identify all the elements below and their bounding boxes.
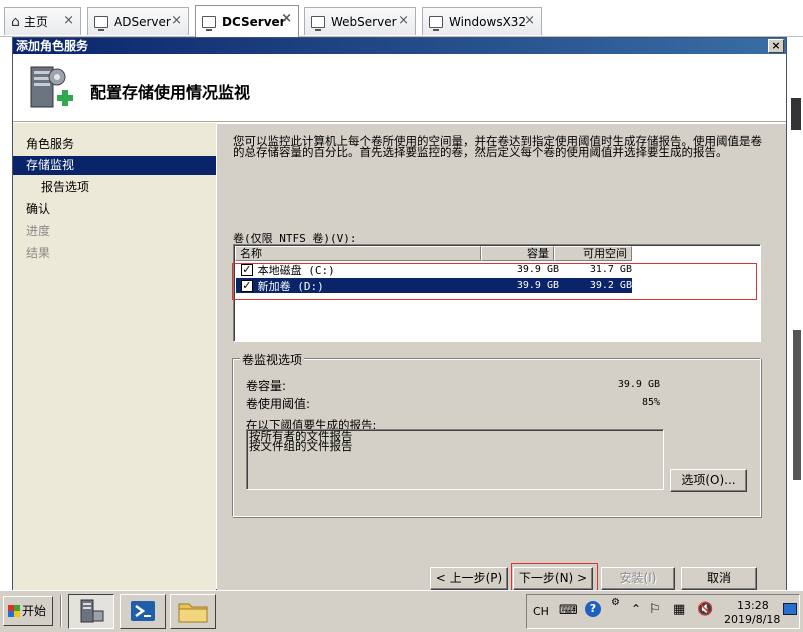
volume-checkbox[interactable]: ✓ (241, 279, 253, 292)
keyboard-icon[interactable]: ⌨ (559, 603, 578, 618)
capacity-value: 39.9 GB (617, 379, 660, 390)
threshold-label: 卷使用阈值: (246, 397, 311, 411)
scrollbar-thumb[interactable] (793, 330, 801, 480)
reports-list: 按所有者的文件报告 按文件组的文件报告 (246, 429, 664, 490)
monitor-icon (94, 15, 108, 31)
volume-free-space: 31.7 GB (589, 264, 632, 275)
nav-item-storage-monitoring[interactable]: 存储监视 (13, 156, 216, 175)
taskbar-server-manager[interactable] (68, 594, 114, 629)
volume-name: 本地磁盘 (C:) (257, 263, 335, 277)
divider (217, 123, 786, 124)
powershell-icon (131, 601, 155, 621)
taskbar: 开始 CH ⌨ ? ⚙ ⌃ ⚐ ▦ 🔇 13:28 2019/8/18 (0, 590, 803, 632)
tab-label: 主页 (23, 15, 48, 29)
column-header-name[interactable]: 名称 (235, 246, 481, 261)
system-tray: CH ⌨ ? ⚙ ⌃ ⚐ ▦ 🔇 13:28 2019/8/18 (526, 594, 800, 629)
wizard-steps-nav: 角色服务 存储监视 报告选项 确认 进度 结果 (13, 123, 216, 590)
list-item: 按文件组的文件报告 (249, 439, 353, 453)
wizard-content: 您可以监控此计算机上每个卷所使用的空间量，并在卷达到指定使用阈值时生成存储报告。… (217, 123, 786, 590)
threshold-value: 85% (641, 397, 660, 408)
page-title: 配置存储使用情况监视 (90, 83, 251, 102)
volume-capacity: 39.9 GB (516, 280, 560, 291)
tab-windowsx32[interactable]: WindowsX32 × (422, 7, 542, 35)
tab-label: WindowsX32 (449, 14, 527, 29)
help-icon[interactable]: ? (585, 601, 601, 617)
nav-item-confirmation[interactable]: 确认 (13, 200, 216, 219)
monitor-icon (202, 15, 216, 31)
clock-date[interactable]: 2019/8/18 (724, 613, 780, 626)
volume-checkbox[interactable]: ✓ (241, 263, 253, 276)
chevron-up-icon[interactable]: ⌃ (631, 602, 641, 616)
monitor-icon (429, 15, 443, 31)
list-header: 名称 容量 可用空间 (235, 246, 632, 261)
tab-adserver[interactable]: ADServer × (87, 7, 189, 35)
options-button[interactable]: 选项(O)... (670, 469, 747, 492)
server-add-icon (30, 66, 73, 108)
window-close-button[interactable]: × (768, 39, 784, 53)
nav-item-role-services[interactable]: 角色服务 (13, 135, 216, 154)
windows-logo-icon (8, 605, 20, 617)
close-icon[interactable]: × (398, 13, 409, 28)
flag-icon[interactable]: ⚐ (649, 602, 661, 617)
next-button[interactable]: 下一步(N) > (513, 567, 593, 590)
capacity-label: 卷容量: (246, 379, 287, 393)
network-icon[interactable]: ▦ (673, 602, 685, 617)
add-role-services-window: 添加角色服务 × 配置存储使用情况监视 角色服务 存储监视 报告选项 确认 进度… (12, 37, 787, 590)
tab-home[interactable]: ⌂ 主页 × (4, 7, 81, 35)
nav-item-results: 结果 (26, 246, 51, 260)
close-icon[interactable]: × (63, 13, 74, 28)
close-icon[interactable]: × (171, 13, 182, 28)
divider (60, 595, 62, 627)
volume-capacity: 39.9 GB (516, 264, 560, 275)
nav-item-report-options[interactable]: 报告选项 (13, 178, 216, 197)
folder-icon (178, 603, 208, 623)
taskbar-powershell[interactable] (120, 594, 166, 629)
install-button: 安装(I) (601, 567, 675, 590)
volume-free-space: 39.2 GB (589, 280, 632, 291)
window-title: 添加角色服务 (16, 39, 89, 53)
wizard-header: 配置存储使用情况监视 (13, 55, 786, 122)
column-header-free[interactable]: 可用空间 (554, 246, 632, 261)
tab-dcserver[interactable]: DCServer × (195, 5, 299, 37)
tab-label: WebServer (331, 14, 397, 29)
group-title: 卷监视选项 (240, 351, 305, 368)
tab-label: DCServer (222, 14, 286, 29)
window-titlebar[interactable]: 添加角色服务 × (13, 38, 786, 54)
table-row[interactable]: ✓ 本地磁盘 (C:) 39.9 GB 31.7 GB (236, 262, 632, 277)
monitor-icon (311, 15, 325, 31)
scrollbar-thumb[interactable] (791, 98, 801, 130)
clock-time[interactable]: 13:28 (737, 599, 769, 612)
table-row[interactable]: ✓ 新加卷 (D:) 39.9 GB 39.2 GB (236, 278, 632, 293)
connection-tab-strip: ⌂ 主页 × ADServer × DCServer × WebServer ×… (0, 0, 803, 37)
intro-text: 您可以监控此计算机上每个卷所使用的空间量，并在卷达到指定使用阈值时生成存储报告。… (233, 134, 762, 159)
tab-webserver[interactable]: WebServer × (304, 7, 416, 35)
speaker-muted-icon[interactable]: 🔇 (697, 602, 713, 617)
server-manager-icon (80, 599, 104, 623)
column-header-capacity[interactable]: 容量 (481, 246, 554, 261)
nav-item-progress: 进度 (26, 224, 51, 238)
ime-options-icon[interactable]: ⚙ (611, 597, 620, 608)
cancel-button[interactable]: 取消 (681, 567, 757, 590)
tab-label: ADServer (114, 14, 171, 29)
back-button[interactable]: < 上一步(P) (430, 567, 508, 590)
start-label: 开始 (22, 604, 47, 618)
show-desktop-icon[interactable] (783, 603, 797, 615)
volume-monitoring-options-group: 卷监视选项 卷容量: 39.9 GB 卷使用阈值: 85% 在以下阈值要生成的报… (232, 351, 761, 517)
volumes-list[interactable]: 名称 容量 可用空间 ✓ 本地磁盘 (C:) 39.9 GB 31.7 GB ✓… (233, 244, 761, 342)
home-icon: ⌂ (11, 13, 20, 30)
start-button[interactable]: 开始 (3, 596, 53, 626)
close-icon[interactable]: × (524, 13, 535, 28)
close-icon[interactable]: × (281, 11, 292, 26)
volume-name: 新加卷 (D:) (257, 279, 324, 293)
language-indicator[interactable]: CH (533, 605, 549, 618)
taskbar-explorer[interactable] (170, 594, 216, 629)
